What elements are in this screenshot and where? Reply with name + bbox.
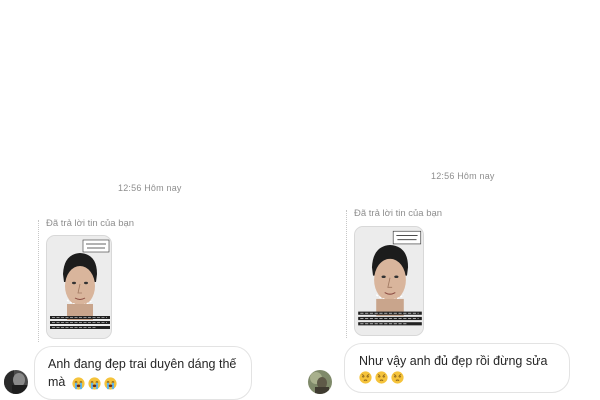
- loudly-crying-face-icon: [72, 377, 85, 390]
- sender-avatar[interactable]: [308, 370, 332, 394]
- emoji-group: [359, 371, 555, 384]
- chat-screenshot-collage: 12:56 Hôm nay Đã trả lời tin của bạn Anh…: [0, 0, 600, 400]
- message-bubble[interactable]: Như vậy anh đủ đẹp rồi đừng sửa: [344, 343, 570, 393]
- story-reply-note: Đã trả lời tin của bạn: [354, 208, 443, 219]
- left-conversation: 12:56 Hôm nay Đã trả lời tin của bạn Anh…: [0, 0, 300, 400]
- message-timestamp: 12:56 Hôm nay: [118, 183, 182, 193]
- right-conversation: 12:56 Hôm nay Đã trả lời tin của bạn Như…: [300, 0, 600, 400]
- message-text: Như vậy anh đủ đẹp rồi đừng sửa: [359, 354, 548, 368]
- story-face-graphic: [47, 236, 111, 338]
- story-thumbnail[interactable]: [354, 226, 424, 336]
- story-reply-note: Đã trả lời tin của bạn: [46, 218, 135, 229]
- pensive-face-icon: [375, 371, 388, 384]
- loudly-crying-face-icon: [104, 377, 117, 390]
- loudly-crying-face-icon: [88, 377, 101, 390]
- pensive-face-icon: [391, 371, 404, 384]
- message-timestamp: 12:56 Hôm nay: [431, 171, 495, 181]
- emoji-group: [72, 377, 117, 390]
- reply-indicator-line: [38, 220, 39, 342]
- sender-avatar[interactable]: [4, 370, 28, 394]
- reply-indicator-line: [346, 210, 347, 338]
- story-face-graphic: [355, 227, 423, 335]
- story-thumbnail[interactable]: [46, 235, 112, 339]
- pensive-face-icon: [359, 371, 372, 384]
- message-bubble[interactable]: Anh đang đẹp trai duyên dáng thế mà: [34, 346, 252, 400]
